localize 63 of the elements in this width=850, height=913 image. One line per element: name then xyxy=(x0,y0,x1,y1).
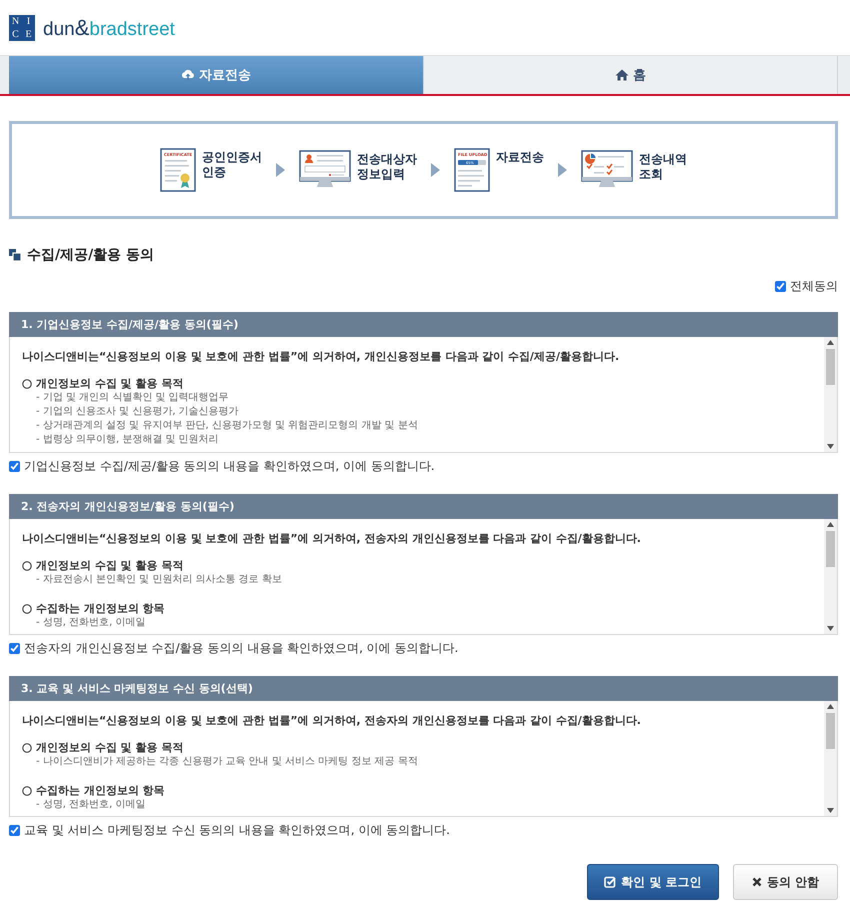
terms-intro: 나이스디앤비는“신용정보의 이용 및 보호에 관한 법률”에 의거하여, 전송자의 개인신용정보를 다음과 같이 수집/활용합니다. xyxy=(22,714,642,728)
terms-line: - 자료전송시 본인확인 및 민원처리 의사소통 경로 확보 xyxy=(35,573,283,587)
step-label: 자료전송 xyxy=(496,149,544,165)
terms-line: - 상거래관계의 설정 및 유지여부 판단, 신용평가모형 및 위험관리모형의 개발 및 분석 xyxy=(35,419,419,433)
terms-line: - 기업 및 개인의 식별확인 및 입력대행업무 xyxy=(35,391,230,405)
checkbox-label: 전체동의 xyxy=(790,278,838,295)
section-header: 2. 전송자의 개인신용정보/활용 동의(필수) xyxy=(9,494,838,519)
consent-text: 기업신용정보 수집/제공/활용 동의의 내용을 확인하였으며, 이에 동의합니다. xyxy=(24,458,435,474)
section-header: 3. 교육 및 서비스 마케팅정보 수신 동의(선택) xyxy=(9,676,838,701)
confirm-login-button[interactable]: 확인 및 로그인 xyxy=(586,864,719,900)
terms-heading: 개인정보의 수집 및 활용 목적 xyxy=(36,376,184,391)
consent-text: 교육 및 서비스 마케팅정보 수신 동의의 내용을 확인하였으며, 이에 동의합니다. xyxy=(24,822,450,838)
scrollbar-thumb[interactable] xyxy=(826,531,835,567)
decline-button[interactable]: 동의 안함 xyxy=(732,864,838,900)
terms-line: - 법령상 의무이행, 분쟁해결 및 민원처리 xyxy=(35,433,220,447)
terms-line: - 성명, 전화번호, 이메일 xyxy=(35,616,147,630)
scrollbar[interactable] xyxy=(824,519,837,634)
check-square-icon xyxy=(604,876,616,888)
agree-all-checkbox[interactable] xyxy=(775,281,786,292)
terms-line: - 성명, 전화번호, 이메일 xyxy=(35,798,147,812)
step-arrow-icon xyxy=(431,163,440,177)
monitor-form-icon xyxy=(299,150,351,190)
title-bullet-icon xyxy=(9,249,21,261)
home-icon xyxy=(614,69,629,81)
scroll-up-icon[interactable] xyxy=(827,522,834,527)
consent-checkbox[interactable] xyxy=(9,642,20,654)
scroll-down-icon[interactable] xyxy=(827,626,834,631)
scrollbar[interactable] xyxy=(824,337,837,452)
step-arrow-icon xyxy=(558,163,567,177)
page-title: 수집/제공/활용 동의 xyxy=(27,246,154,264)
circle-bullet-icon xyxy=(22,378,32,388)
consent-checkbox[interactable] xyxy=(9,460,20,472)
logo-mark: N I C E xyxy=(9,14,35,40)
monitor-chart-icon xyxy=(581,150,633,190)
close-icon xyxy=(752,877,762,887)
scroll-down-icon[interactable] xyxy=(827,444,834,449)
terms-intro: 나이스디앤비는“신용정보의 이용 및 보호에 관한 법률”에 의거하여, 개인신용정보를 다음과 같이 수집/제공/활용합니다. xyxy=(22,350,620,364)
circle-bullet-icon xyxy=(22,604,32,614)
terms-heading: 개인정보의 수집 및 활용 목적 xyxy=(36,740,184,755)
step-label: 전송대상자 정보입력 xyxy=(357,151,417,182)
consent-text: 전송자의 개인신용정보 수집/활용 동의의 내용을 확인하였으며, 이에 동의합니다. xyxy=(24,640,458,656)
circle-bullet-icon xyxy=(22,742,32,752)
circle-bullet-icon xyxy=(22,560,32,570)
scrollbar[interactable] xyxy=(824,701,837,816)
terms-line: - 기업의 신용조사 및 신용평가, 기술신용평가 xyxy=(35,405,240,419)
terms-heading: 수집하는 개인정보의 항목 xyxy=(36,783,165,798)
logo-wordmark: dun&bradstreet xyxy=(43,14,175,40)
cloud-upload-icon xyxy=(180,69,195,81)
circle-bullet-icon xyxy=(22,786,32,796)
consent-checkbox[interactable] xyxy=(9,824,20,836)
scrollbar-thumb[interactable] xyxy=(826,349,835,385)
step-arrow-icon xyxy=(276,163,285,177)
scroll-up-icon[interactable] xyxy=(827,340,834,345)
terms-heading: 수집하는 개인정보의 항목 xyxy=(36,601,165,616)
scrollbar-thumb[interactable] xyxy=(826,713,835,749)
step-label: 전송내역 조회 xyxy=(639,151,687,182)
terms-intro: 나이스디앤비는“신용정보의 이용 및 보호에 관한 법률”에 의거하여, 전송자의 개인신용정보를 다음과 같이 수집/활용합니다. xyxy=(22,532,642,546)
terms-heading: 개인정보의 수집 및 활용 목적 xyxy=(36,558,184,573)
terms-line: - 나이스디앤비가 제공하는 각종 신용평가 교육 안내 및 서비스 마케팅 정보 제공 목적 xyxy=(35,755,419,769)
scroll-up-icon[interactable] xyxy=(827,704,834,709)
section-header: 1. 기업신용정보 수집/제공/활용 동의(필수) xyxy=(9,312,838,337)
step-label: 공인인증서 인증 xyxy=(202,149,262,180)
scroll-down-icon[interactable] xyxy=(827,808,834,813)
